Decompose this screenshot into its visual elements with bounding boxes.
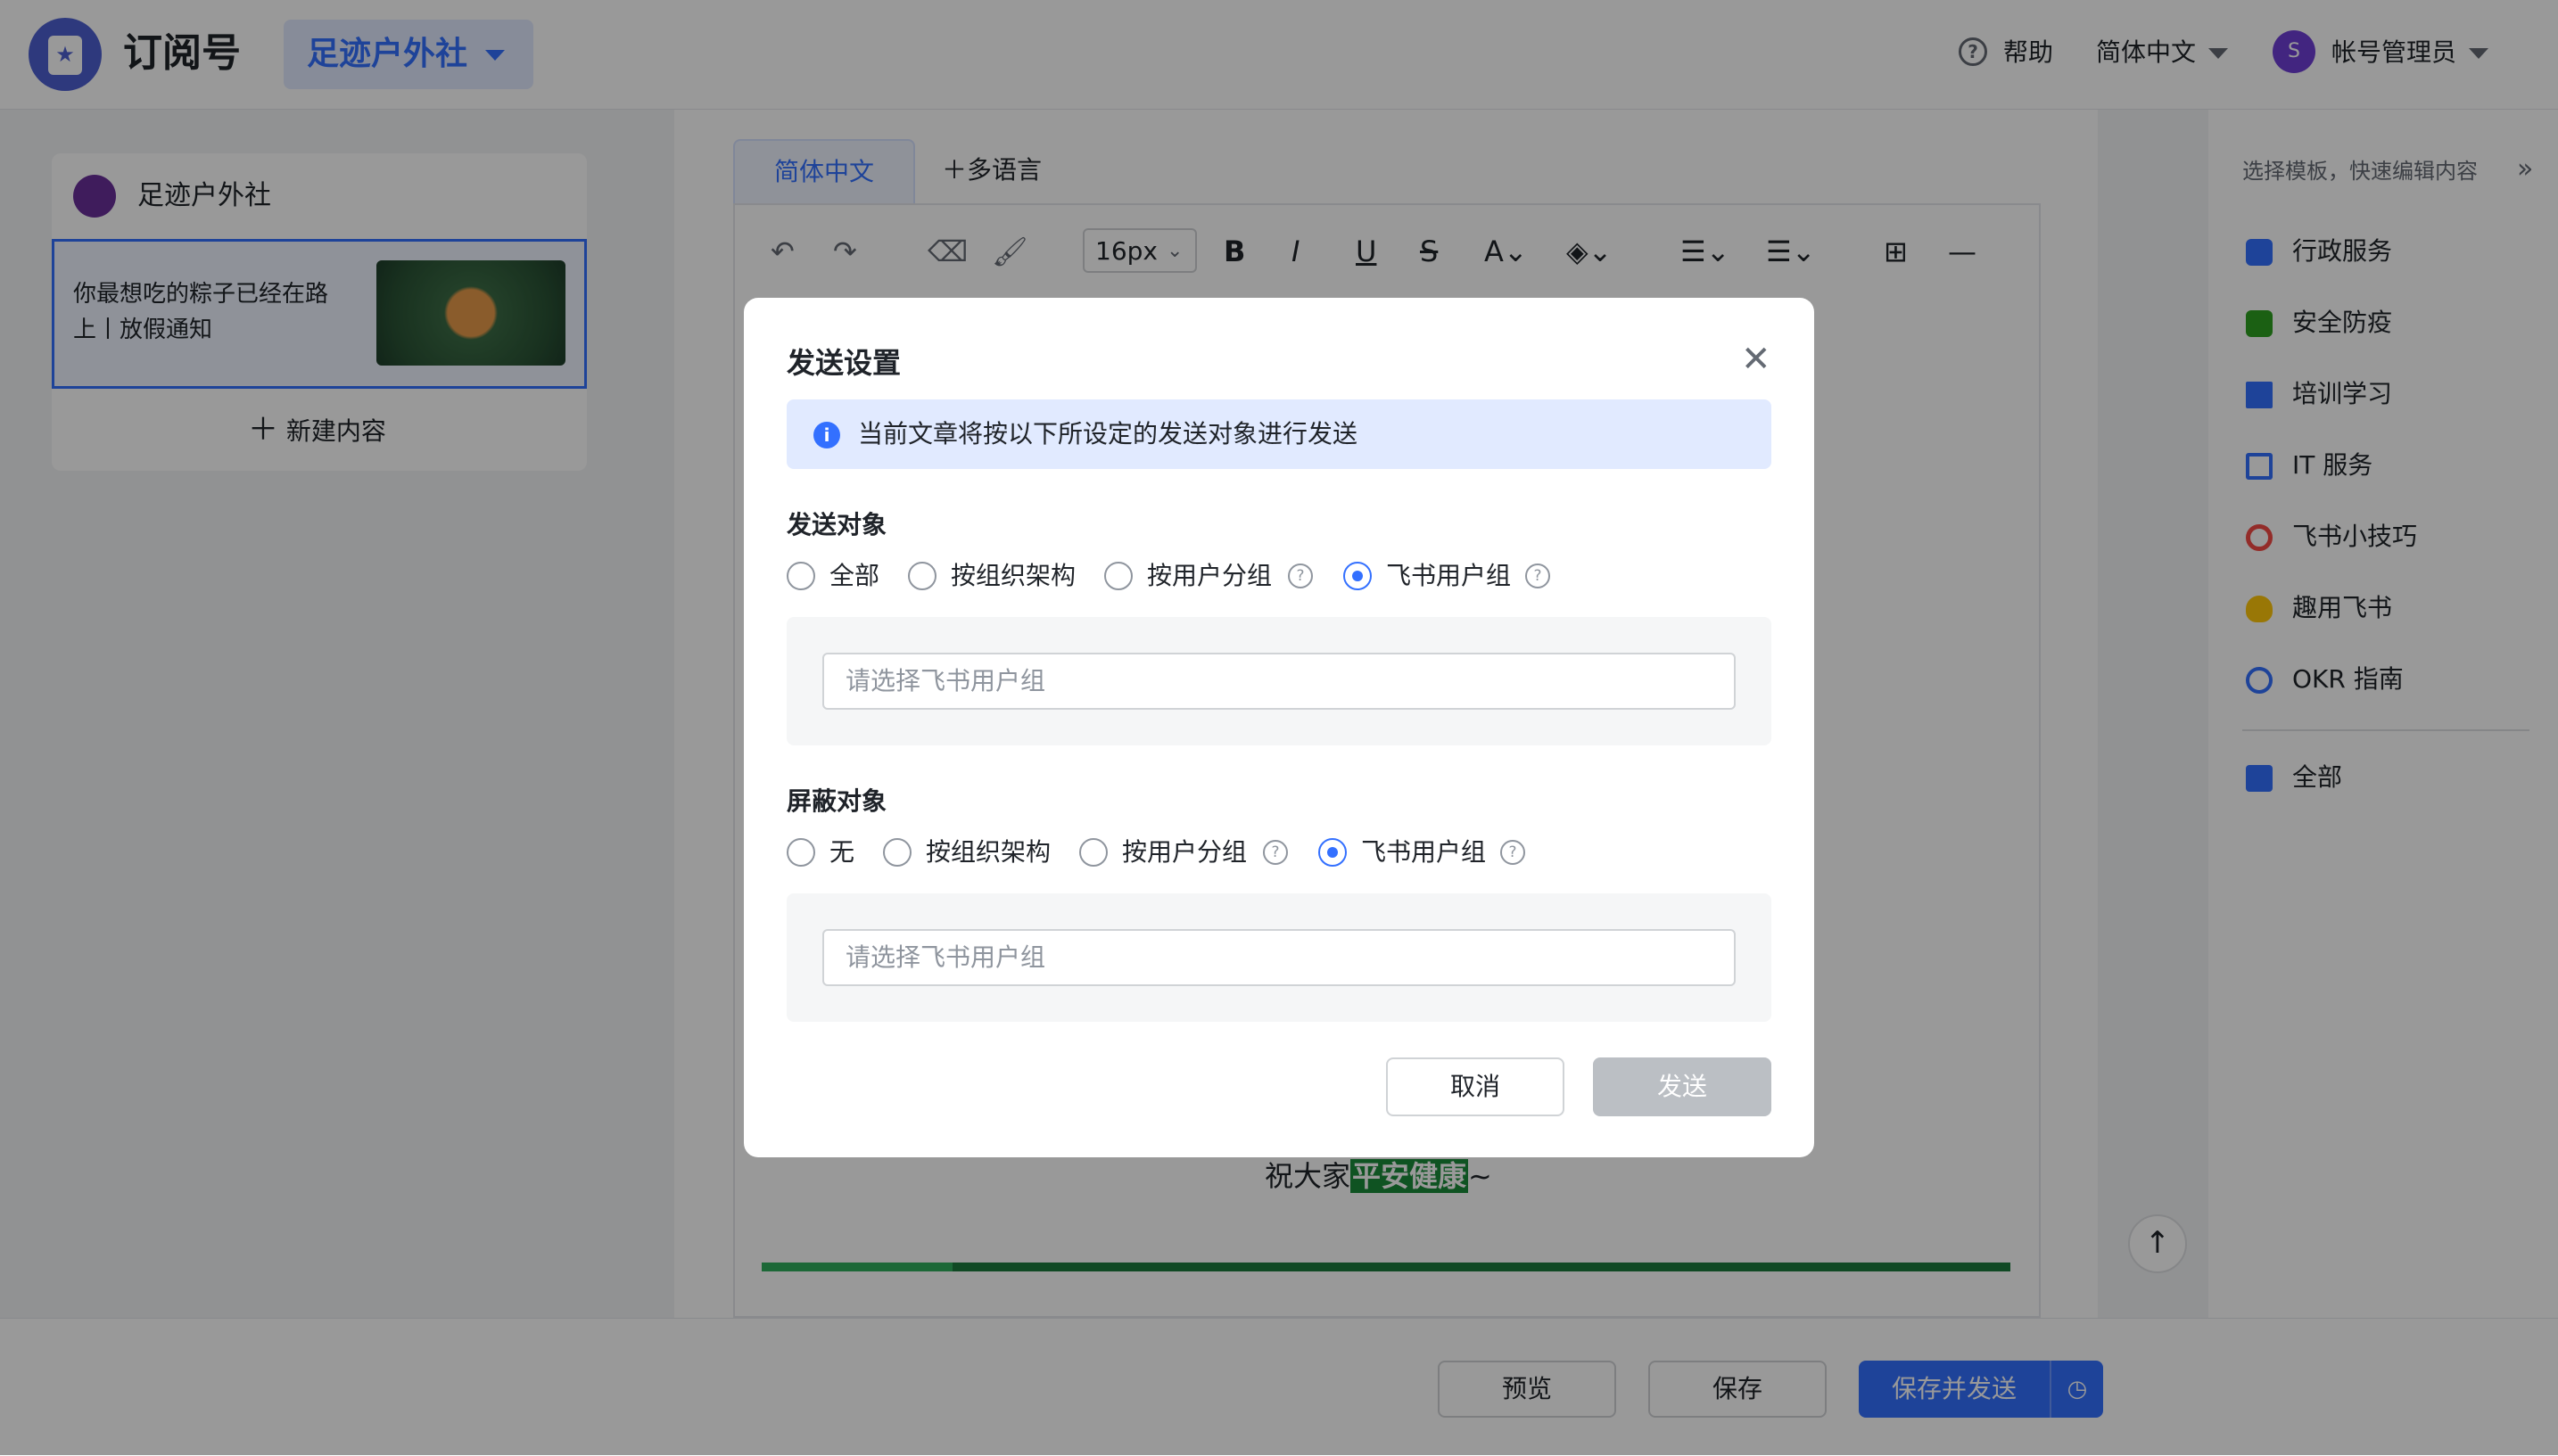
radio-send-org[interactable]: [908, 562, 937, 590]
radio-label[interactable]: 按用户分组: [1122, 833, 1247, 872]
send-settings-dialog: 发送设置 ✕ i 当前文章将按以下所设定的发送对象进行发送 发送对象 全部 按组…: [744, 298, 1814, 1157]
radio-send-feishu-group[interactable]: [1343, 562, 1372, 590]
close-icon[interactable]: ✕: [1741, 337, 1771, 382]
radio-send-user-group[interactable]: [1104, 562, 1133, 590]
block-target-panel: 请选择飞书用户组: [787, 893, 1771, 1022]
send-feishu-group-select[interactable]: 请选择飞书用户组: [822, 653, 1736, 710]
question-icon[interactable]: ?: [1500, 840, 1525, 865]
question-icon[interactable]: ?: [1263, 840, 1288, 865]
placeholder: 请选择飞书用户组: [846, 666, 1046, 695]
radio-label[interactable]: 按用户分组: [1147, 556, 1272, 596]
radio-label[interactable]: 无: [829, 833, 854, 872]
radio-label[interactable]: 飞书用户组: [1361, 833, 1486, 872]
radio-block-org[interactable]: [883, 838, 912, 867]
dialog-title: 发送设置: [787, 346, 902, 380]
block-target-label: 屏蔽对象: [787, 786, 887, 816]
send-button[interactable]: 发送: [1593, 1057, 1771, 1116]
radio-block-none[interactable]: [787, 838, 815, 867]
radio-block-feishu-group[interactable]: [1318, 838, 1347, 867]
radio-label[interactable]: 飞书用户组: [1386, 556, 1511, 596]
radio-block-user-group[interactable]: [1079, 838, 1108, 867]
send-target-panel: 请选择飞书用户组: [787, 617, 1771, 745]
block-feishu-group-select[interactable]: 请选择飞书用户组: [822, 929, 1736, 986]
notice-text: 当前文章将按以下所设定的发送对象进行发送: [858, 419, 1358, 448]
placeholder: 请选择飞书用户组: [846, 942, 1046, 972]
send-target-label: 发送对象: [787, 510, 887, 539]
info-icon: i: [813, 422, 840, 448]
radio-label[interactable]: 按组织架构: [926, 833, 1051, 872]
question-icon[interactable]: ?: [1288, 563, 1313, 588]
question-icon[interactable]: ?: [1525, 563, 1550, 588]
radio-label[interactable]: 按组织架构: [951, 556, 1076, 596]
info-notice: i 当前文章将按以下所设定的发送对象进行发送: [787, 399, 1771, 469]
radio-label[interactable]: 全部: [829, 556, 879, 596]
radio-send-all[interactable]: [787, 562, 815, 590]
cancel-button[interactable]: 取消: [1386, 1057, 1564, 1116]
